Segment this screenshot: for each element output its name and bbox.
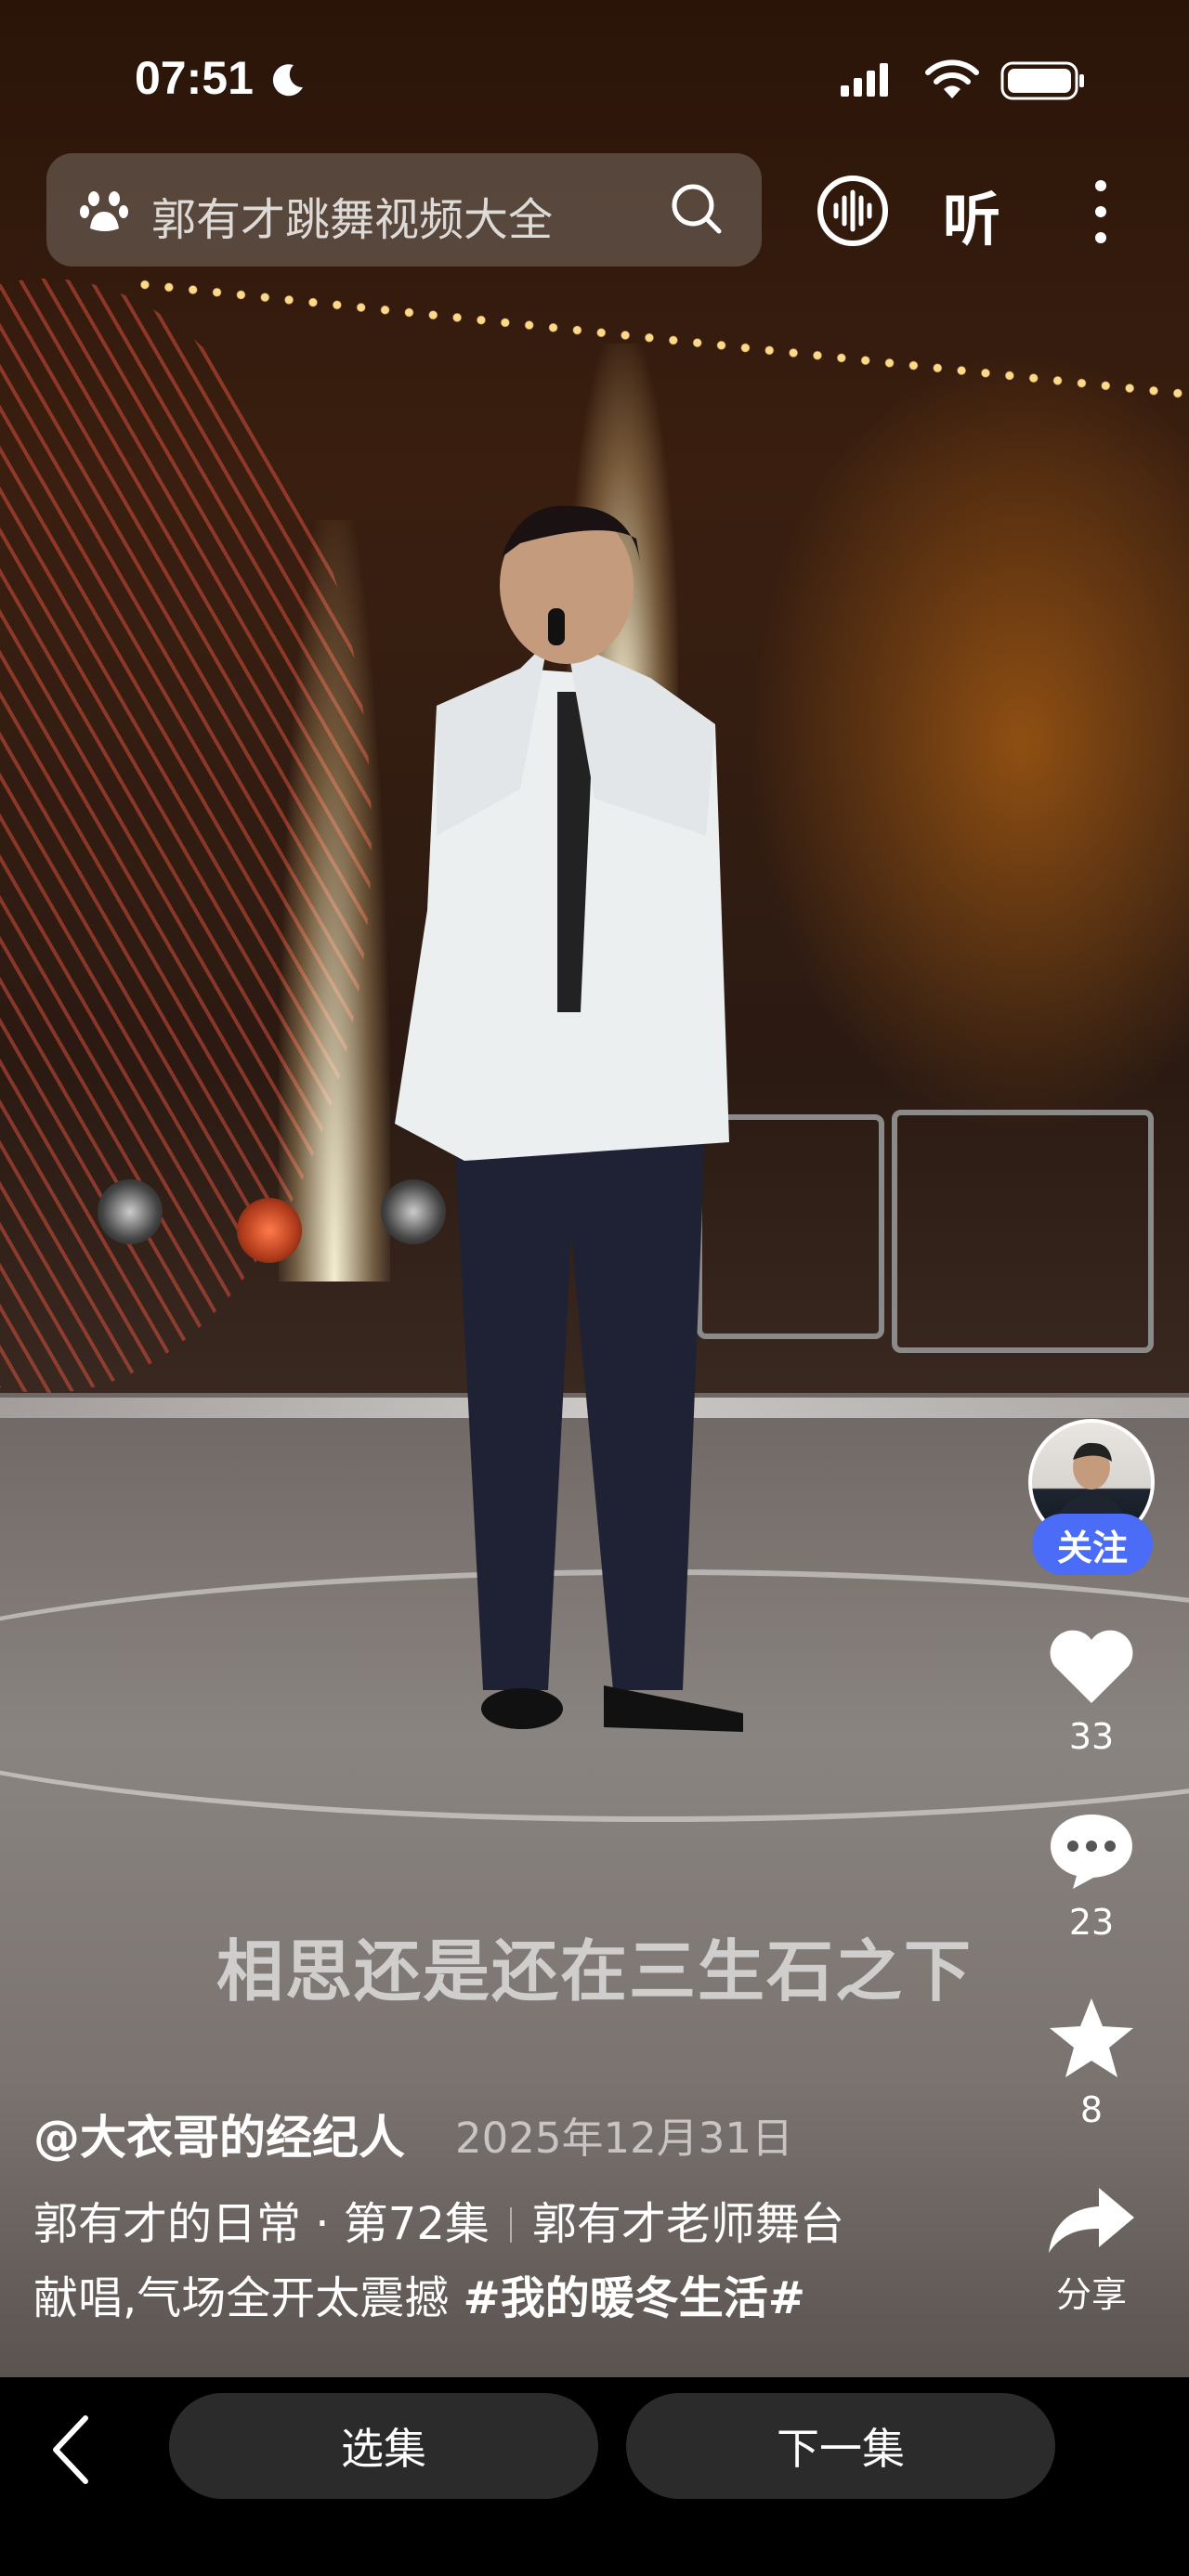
share-arrow-icon: [1049, 2188, 1134, 2253]
search-input[interactable]: 郭有才跳舞视频大全: [151, 183, 553, 248]
listen-button[interactable]: 听: [943, 173, 1000, 256]
video-player[interactable]: 相思还是还在三生石之下: [0, 0, 1189, 2377]
follow-button[interactable]: 关注: [1032, 1514, 1153, 1575]
more-options-icon[interactable]: [1087, 176, 1115, 247]
lyric-subtitle: 相思还是还在三生石之下: [216, 1932, 973, 2010]
performer: [395, 505, 743, 1732]
series-episode[interactable]: 郭有才的日常 · 第72集: [33, 2198, 490, 2250]
status-time: 07:51: [135, 52, 254, 104]
select-episode-button[interactable]: 选集: [169, 2393, 598, 2499]
moon-icon: [272, 64, 303, 97]
caption-separator: [509, 2207, 512, 2243]
post-date: 2025年12月31日: [455, 2114, 794, 2163]
comment-action[interactable]: 23: [1031, 1809, 1152, 1943]
post-caption[interactable]: 郭有才的日常 · 第72集 郭有才老师舞台 献唱,气场全开太震撼 #我的暖冬生活#: [33, 2187, 972, 2335]
author-name-link[interactable]: @大衣哥的经纪人: [33, 2101, 405, 2167]
star-icon: [1050, 1998, 1133, 2077]
comment-count: 23: [1068, 1902, 1115, 1943]
caption-text-line1: 郭有才老师舞台: [531, 2198, 844, 2250]
wifi-icon: [925, 59, 979, 98]
search-bar[interactable]: 郭有才跳舞视频大全: [46, 153, 762, 267]
battery-icon: [1000, 61, 1084, 100]
back-chevron-icon[interactable]: [48, 2413, 95, 2487]
caption-text-line2: 献唱,气场全开太震撼: [33, 2272, 450, 2324]
baidu-paw-icon: [80, 191, 128, 231]
hashtag-link[interactable]: #我的暖冬生活#: [464, 2272, 805, 2324]
search-icon[interactable]: [669, 181, 725, 237]
signal-icon: [841, 63, 888, 97]
comment-icon: [1051, 1815, 1132, 1889]
share-label: 分享: [1055, 2274, 1127, 2315]
heart-icon: [1050, 1630, 1133, 1703]
like-count: 33: [1068, 1716, 1115, 1757]
next-episode-button[interactable]: 下一集: [626, 2393, 1055, 2499]
status-bar: 07:51: [0, 0, 1189, 149]
like-action[interactable]: 33: [1031, 1623, 1152, 1757]
favorite-count: 8: [1079, 2089, 1104, 2130]
voice-search-icon[interactable]: [816, 174, 890, 248]
favorite-action[interactable]: 8: [1031, 1995, 1152, 2130]
share-action[interactable]: 分享: [1031, 2182, 1152, 2317]
